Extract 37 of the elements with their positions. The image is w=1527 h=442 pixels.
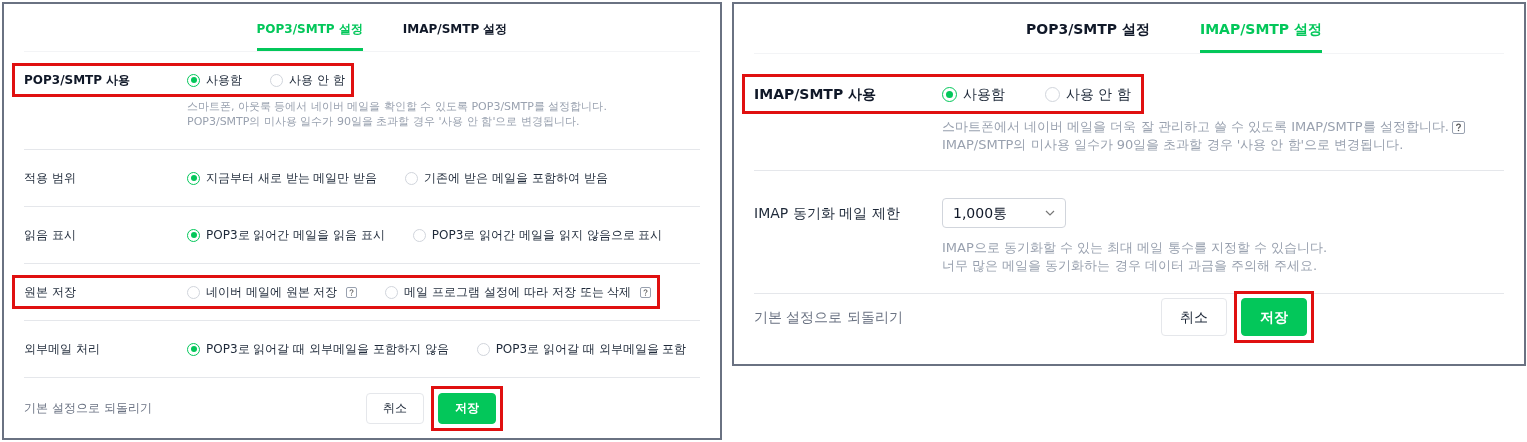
tab[interactable]: IMAP/SMTP 설정: [402, 4, 508, 51]
help-icon[interactable]: [1451, 120, 1465, 134]
setting-label: IMAP/SMTP 사용: [754, 85, 878, 104]
description-text: POP3/SMTP의 미사용 일수가 90일을 초과할 경우 '사용 안 함'으로 변경됩니다.: [187, 114, 580, 129]
tab[interactable]: POP3/SMTP 설정: [1025, 4, 1150, 53]
option-label: 기존에 받은 메일을 포함하여 받음: [424, 170, 608, 186]
setting-label: 원본 저장: [24, 284, 77, 300]
option-label: 사용함: [963, 85, 1005, 104]
option-label: POP3로 읽어갈 때 외부메일을 포함하지 않음: [206, 341, 449, 357]
option-label: 지금부터 새로 받는 메일만 받음: [206, 170, 378, 186]
setting-label: IMAP 동기화 메일 제한: [754, 204, 901, 223]
help-icon[interactable]: [346, 286, 358, 298]
cancel-button[interactable]: 취소: [1161, 298, 1227, 336]
reset-link[interactable]: 기본 설정으로 되돌리기: [24, 400, 363, 416]
option-label: 네이버 메일에 원본 저장: [206, 284, 338, 300]
option-label: 사용함: [206, 72, 242, 88]
setting-label: POP3/SMTP 사용: [24, 72, 132, 88]
dropdown[interactable]: 1,000통: [942, 198, 1066, 228]
description-text: IMAP으로 동기화할 수 있는 최대 메일 통수를 지정할 수 있습니다.: [942, 239, 1328, 257]
option-label: 메일 프로그램 설정에 따라 저장 또는 삭제: [404, 284, 632, 300]
description-text: IMAP/SMTP의 미사용 일수가 90일을 초과할 경우 '사용 안 함'으로 변경됩니다.: [942, 136, 1404, 154]
description-text: 스마트폰에서 네이버 메일을 더욱 잘 관리하고 쓸 수 있도록 IMAP/SMTP를 설정합니다.: [942, 118, 1449, 136]
description-text: 너무 많은 메일을 동기화하는 경우 데이터 과금을 주의해 주세요.: [942, 257, 1318, 275]
option-label: POP3로 읽어간 메일을 읽지 않음으로 표시: [431, 227, 663, 243]
setting-label: 읽음 표시: [24, 227, 77, 243]
chevron-down-icon: [1045, 210, 1055, 216]
setting-label: 외부메일 처리: [24, 341, 101, 357]
option-label: POP3로 읽어갈 때 외부메일을 포함: [495, 341, 687, 357]
help-icon[interactable]: [640, 286, 652, 298]
option-label: 사용 안 함: [1066, 85, 1131, 104]
setting-label: 적용 범위: [24, 170, 77, 186]
description-text: 스마트폰, 아웃룩 등에서 네이버 메일을 확인할 수 있도록 POP3/SMTP를 설정합니다.: [187, 99, 607, 114]
option-label: 사용 안 함: [289, 72, 345, 88]
reset-link[interactable]: 기본 설정으로 되돌리기: [754, 307, 1158, 327]
dropdown-value: 1,000통: [953, 204, 1008, 223]
option-label: POP3로 읽어간 메일을 읽음 표시: [206, 227, 385, 243]
cancel-button[interactable]: 취소: [366, 392, 424, 424]
